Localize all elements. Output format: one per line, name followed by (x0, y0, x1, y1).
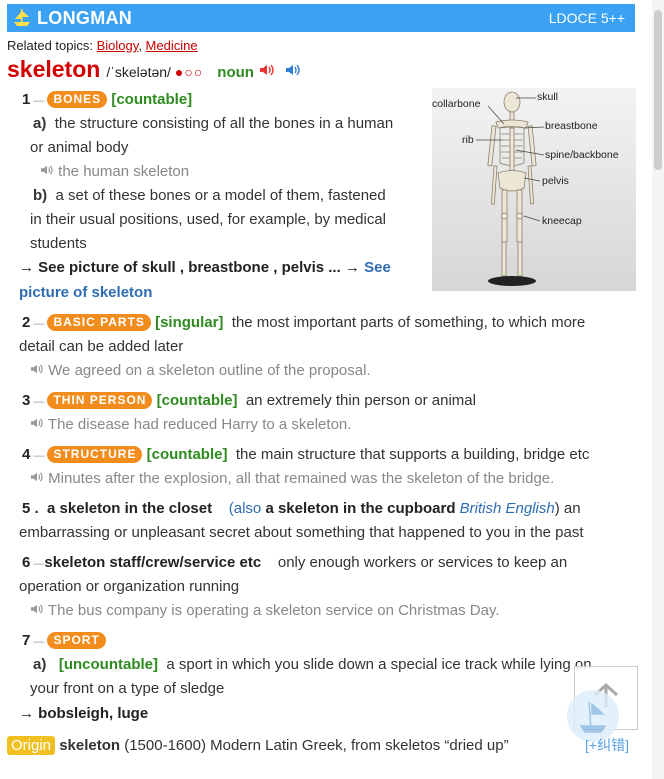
pronunciation: /ˈskelətən/ (106, 64, 171, 80)
cross-reference: → See picture of skull , breastbone , pe… (19, 256, 391, 280)
example-speaker-icon[interactable] (30, 359, 44, 383)
sense-2-header: 2 — BASIC PARTS [singular] the most impo… (22, 314, 586, 331)
dictionary-edition: LDOCE 5++ (548, 10, 625, 26)
example-row: Minutes after the explosion, all that re… (30, 467, 554, 491)
origin-row: Origin skeleton (1500-1600) Modern Latin… (7, 736, 509, 755)
label-breastbone: breastbone (545, 120, 598, 132)
example-speaker-icon[interactable] (30, 599, 44, 623)
subsense-label: a) (33, 656, 47, 673)
signpost-sport: SPORT (47, 632, 106, 649)
label-pelvis: pelvis (542, 175, 569, 187)
brand-logo: LONGMAN (13, 8, 132, 29)
subsense-label: b) (33, 187, 48, 204)
subsense-label: a) (33, 115, 47, 132)
speaker-icon-american[interactable] (285, 63, 301, 82)
sense-3-header: 3 — THIN PERSON [countable] an extremely… (22, 392, 476, 409)
definition-text-cont: in their usual positions, used, for exam… (30, 211, 387, 228)
region-label: British English (459, 500, 555, 517)
skeleton-picture: skull collarbone rib breastbone spine/ba… (432, 88, 636, 291)
topic-link-medicine[interactable]: Medicine (146, 38, 198, 53)
headword-row: skeleton /ˈskelətən/ ●○○ noun (7, 56, 301, 83)
signpost-basic-parts: BASIC PARTS (47, 314, 151, 331)
header-bar: LONGMAN LDOCE 5++ (7, 4, 635, 32)
sense-7-header: 7 — SPORT (22, 629, 106, 654)
definition-text-cont: or animal body (30, 139, 129, 156)
sense-7a-def: a) [uncountable] a sport in which you sl… (33, 653, 592, 677)
phrase-headword: a skeleton in the closet (47, 500, 213, 517)
example-text: the human skeleton (58, 163, 190, 180)
sense-4-header: 4 — STRUCTURE [countable] the main struc… (22, 446, 590, 463)
sense-6-header: 6 —skeleton staff/crew/service etc only … (22, 554, 568, 571)
definition-text-cont: your front on a type of sledge (30, 680, 225, 697)
label-kneecap: kneecap (542, 215, 582, 227)
example-text: The disease had reduced Harry to a skele… (47, 416, 352, 433)
example-text: The bus company is operating a skeleton … (47, 602, 500, 619)
ship-icon (14, 9, 30, 26)
picture-of-skeleton-link[interactable]: picture of skeleton (19, 281, 152, 305)
related-topics: Related topics: Biology, Medicine (7, 38, 198, 53)
definition-text: an extremely thin person or animal (245, 392, 476, 409)
example-row: We agreed on a skeleton outline of the p… (30, 359, 371, 383)
example-speaker-icon[interactable] (40, 160, 54, 184)
sense-1b-def: b) a set of these bones or a model of th… (33, 184, 386, 208)
brand-name: LONGMAN (37, 7, 133, 28)
part-of-speech: noun (217, 64, 254, 81)
definition-text-cont: detail can be added later (19, 338, 184, 355)
signpost-structure: STRUCTURE (47, 446, 143, 463)
grammar-code: [countable] (146, 446, 228, 463)
definition-text: ) an (554, 500, 581, 517)
label-collarbone: collarbone (432, 98, 481, 110)
origin-text: (1500-1600) Modern Latin Greek, from ske… (124, 737, 509, 754)
signpost-bones: BONES (47, 91, 108, 108)
example-row: The disease had reduced Harry to a skele… (30, 413, 351, 437)
headword: skeleton (7, 56, 101, 82)
definition-text: the most important parts of something, t… (231, 314, 586, 331)
sense-1-header: 1 — BONES [countable] (22, 91, 193, 108)
grammar-code: [singular] (155, 314, 224, 331)
example-row: The bus company is operating a skeleton … (30, 599, 500, 623)
frequency-marker: ●○○ (174, 64, 204, 80)
see-picture-refs[interactable]: → See picture of skull , breastbone , pe… (19, 259, 360, 276)
skeleton-illustration (432, 88, 636, 291)
see-link[interactable]: See (364, 259, 391, 276)
sense-5-header: 5 . a skeleton in the closet (also a ske… (22, 497, 581, 521)
sense-number: 5 . (22, 500, 39, 517)
example-text: We agreed on a skeleton outline of the p… (48, 362, 371, 379)
definition-text: the structure consisting of all the bone… (54, 115, 394, 132)
example-row: the human skeleton (40, 160, 189, 184)
scrollbar-thumb[interactable] (654, 10, 662, 170)
grammar-code: [countable] (156, 392, 238, 409)
grammar-code: [countable] (111, 91, 193, 108)
related-topics-label: Related topics: (7, 38, 93, 53)
definition-text: a set of these bones or a model of them,… (55, 187, 386, 204)
definition-text-cont: embarrassing or unpleasant secret about … (19, 524, 584, 541)
sense-1a-def: a) the structure consisting of all the b… (33, 112, 393, 136)
label-rib: rib (462, 134, 474, 146)
example-speaker-icon[interactable] (30, 467, 44, 491)
speaker-icon-british[interactable] (259, 63, 275, 82)
report-error-link[interactable]: [+纠错] (585, 735, 629, 755)
grammar-code: [uncountable] (58, 656, 159, 673)
definition-text-cont: operation or organization running (19, 578, 240, 595)
signpost-thin-person: THIN PERSON (47, 392, 153, 409)
phrase-variant: a skeleton in the cupboard (265, 500, 456, 517)
definition-text: the main structure that supports a build… (235, 446, 590, 463)
example-text: Minutes after the explosion, all that re… (48, 470, 555, 487)
definition-text: only enough workers or services to keep … (277, 554, 568, 571)
origin-tag: Origin (7, 736, 56, 755)
label-spine: spine/backbone (545, 149, 619, 161)
also-marker: (also (228, 500, 262, 517)
definition-text: a sport in which you slide down a specia… (166, 656, 592, 673)
origin-word: skeleton (59, 737, 121, 754)
example-speaker-icon[interactable] (30, 413, 44, 437)
definition-text-cont: students (30, 235, 87, 252)
topic-link-biology[interactable]: Biology (97, 38, 139, 53)
cross-reference-bobsleigh[interactable]: → bobsleigh, luge (19, 702, 148, 726)
phrase-headword: skeleton staff/crew/service etc (44, 554, 262, 571)
label-skull: skull (537, 91, 559, 103)
